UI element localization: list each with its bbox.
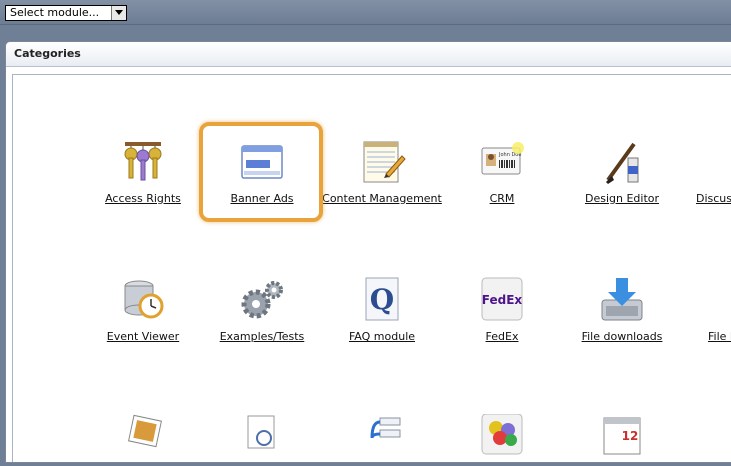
svg-text:Q: Q — [370, 283, 394, 316]
fedex-logo-text: FedEx — [482, 293, 523, 307]
module-file-partial[interactable]: File I — [682, 276, 731, 343]
tree-structure-icon — [358, 414, 406, 462]
keys-icon — [119, 138, 167, 186]
categories-grid — [12, 74, 731, 462]
discussion-icon — [718, 138, 731, 186]
arrow-left-icon — [718, 276, 731, 324]
module-event-viewer[interactable]: Event Viewer — [83, 276, 203, 343]
module-discussion[interactable]: Discuss — [682, 138, 731, 205]
module-label[interactable]: File downloads — [562, 330, 682, 343]
module-select-value: Select module... — [10, 6, 100, 19]
module-file-downloads[interactable]: File downloads — [562, 276, 682, 343]
calendar-day: 12 — [622, 429, 639, 443]
module-faq[interactable]: Q FAQ module — [322, 276, 442, 343]
module-label[interactable]: CRM — [442, 192, 562, 205]
module-crm[interactable]: John Doe CRM — [442, 138, 562, 205]
module-row3-document[interactable] — [202, 414, 322, 462]
module-label[interactable]: File I — [682, 330, 731, 343]
document-search-icon — [238, 414, 286, 462]
balloons-icon — [478, 413, 526, 462]
fedex-icon: FedEx — [478, 276, 526, 324]
chevron-down-icon[interactable] — [111, 6, 126, 20]
photo-icon — [119, 414, 167, 462]
module-label[interactable]: Discuss — [682, 192, 731, 205]
module-access-rights[interactable]: Access Rights — [83, 138, 203, 205]
download-tray-icon — [598, 276, 646, 324]
notepad-pencil-icon — [358, 138, 406, 186]
module-label[interactable]: FAQ module — [322, 330, 442, 343]
module-label[interactable]: Content Management — [322, 192, 442, 205]
calendar-icon: 12 — [598, 414, 646, 462]
module-label[interactable]: Examples/Tests — [202, 330, 322, 343]
paintbrush-icon — [598, 138, 646, 186]
module-label[interactable]: Event Viewer — [83, 330, 203, 343]
module-design-editor[interactable]: Design Editor — [562, 138, 682, 205]
top-toolbar: Select module... — [0, 0, 731, 28]
module-row3-photos[interactable] — [83, 414, 203, 462]
module-row3-tree[interactable] — [322, 414, 442, 462]
gears-icon — [238, 276, 286, 324]
module-content-management[interactable]: Content Management — [322, 138, 442, 205]
selection-highlight — [199, 122, 323, 222]
id-card-icon: John Doe — [478, 138, 526, 186]
module-examples-tests[interactable]: Examples/Tests — [202, 276, 322, 343]
module-label[interactable]: FedEx — [442, 330, 562, 343]
categories-panel: Categories — [5, 41, 731, 463]
module-label[interactable]: Access Rights — [83, 192, 203, 205]
module-row3-balloons[interactable] — [442, 413, 562, 462]
module-row3-calendar[interactable]: 12 — [562, 414, 682, 462]
database-clock-icon — [119, 276, 167, 324]
faq-q-icon: Q — [358, 276, 406, 324]
module-label[interactable]: Design Editor — [562, 192, 682, 205]
module-select[interactable]: Select module... — [5, 5, 127, 21]
module-fedex[interactable]: FedEx FedEx — [442, 276, 562, 343]
panel-title: Categories — [6, 42, 731, 67]
